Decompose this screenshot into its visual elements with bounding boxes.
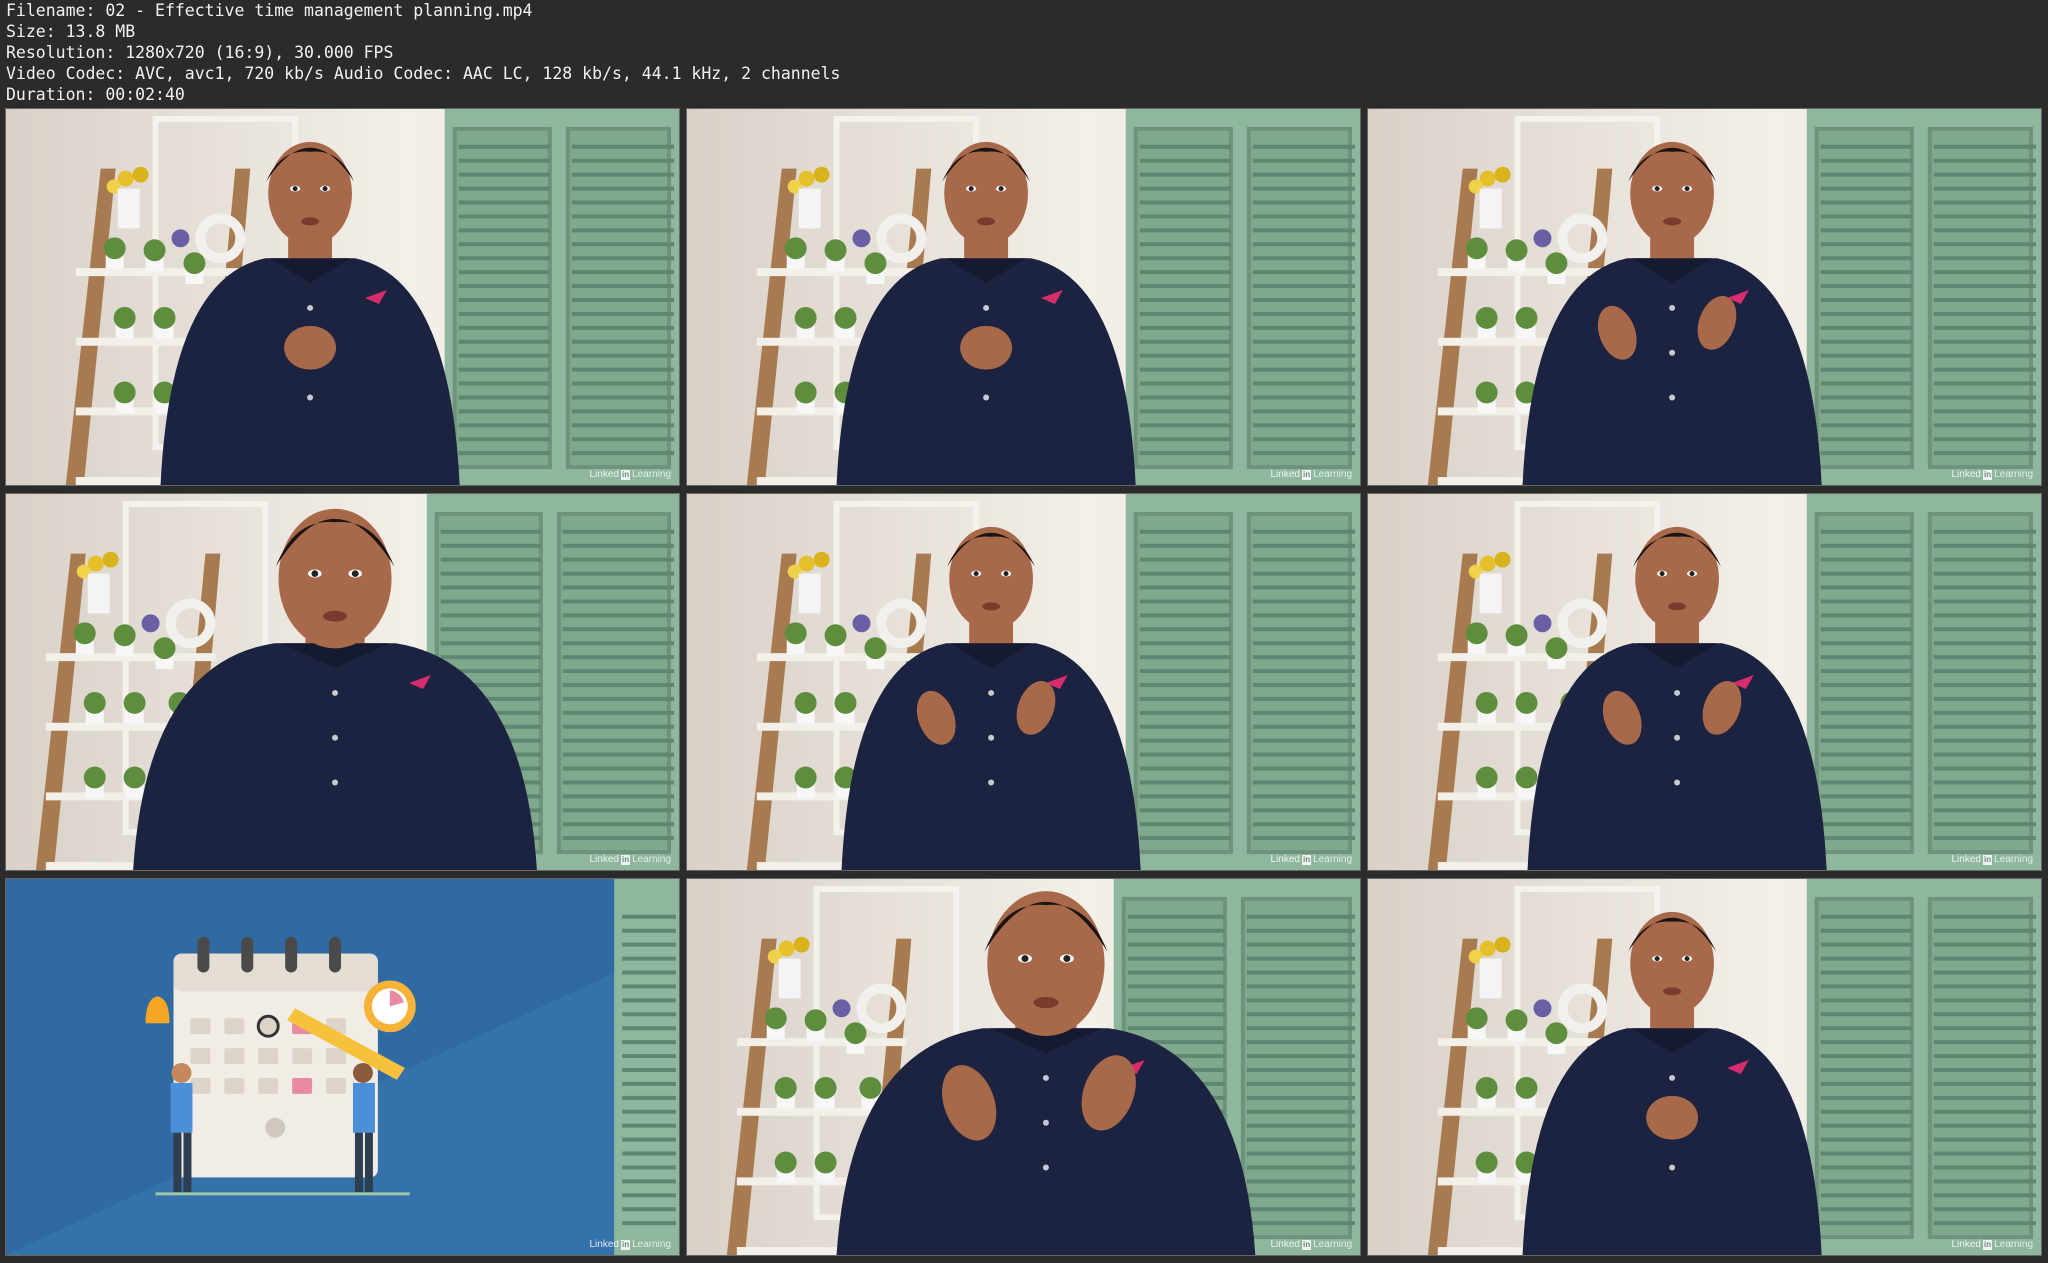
linkedin-learning-watermark: Linked in Learning [1271, 1239, 1353, 1250]
linkedin-learning-watermark: Linked in Learning [1952, 1239, 2034, 1250]
linkedin-learning-watermark: Linked in Learning [1952, 469, 2034, 480]
watermark-suffix: Learning [1313, 854, 1352, 865]
watermark-suffix: Learning [1313, 469, 1352, 480]
filename-line: Filename: 02 - Effective time management… [6, 1, 533, 20]
watermark-brand: Linked [1951, 1239, 1981, 1250]
thumbnail-4[interactable]: Linked in Learning [5, 493, 680, 871]
video-frame-image [1368, 879, 2041, 1255]
thumbnail-2[interactable]: Linked in Learning [686, 108, 1361, 486]
watermark-badge: in [1982, 469, 1993, 480]
watermark-badge: in [620, 469, 631, 480]
watermark-badge: in [1301, 1239, 1312, 1250]
thumbnail-5[interactable]: Linked in Learning [686, 493, 1361, 871]
watermark-brand: Linked [1270, 469, 1300, 480]
watermark-suffix: Learning [632, 469, 671, 480]
watermark-badge: in [1982, 1239, 1993, 1250]
video-frame-image [1368, 109, 2041, 485]
thumbnail-8[interactable]: Linked in Learning [686, 878, 1361, 1256]
linkedin-learning-watermark: Linked in Learning [1952, 854, 2034, 865]
linkedin-learning-watermark: Linked in Learning [1271, 854, 1353, 865]
video-frame-image [687, 879, 1360, 1255]
thumbnail-3[interactable]: Linked in Learning [1367, 108, 2042, 486]
thumbnail-6[interactable]: Linked in Learning [1367, 493, 2042, 871]
watermark-badge: in [1301, 469, 1312, 480]
linkedin-learning-watermark: Linked in Learning [590, 469, 672, 480]
watermark-brand: Linked [1270, 854, 1300, 865]
watermark-suffix: Learning [1994, 469, 2033, 480]
thumbnail-grid: Linked in Learning Linked in Learning Linked… [5, 108, 2042, 1256]
linkedin-learning-watermark: Linked in Learning [590, 1239, 672, 1250]
watermark-badge: in [1982, 854, 1993, 865]
watermark-suffix: Learning [1994, 1239, 2033, 1250]
watermark-suffix: Learning [632, 1239, 671, 1250]
watermark-suffix: Learning [632, 854, 671, 865]
linkedin-learning-watermark: Linked in Learning [1271, 469, 1353, 480]
codec-line: Video Codec: AVC, avc1, 720 kb/s Audio C… [6, 64, 841, 83]
size-line: Size: 13.8 MB [6, 22, 136, 41]
watermark-brand: Linked [589, 1239, 619, 1250]
watermark-brand: Linked [589, 469, 619, 480]
video-frame-image [6, 494, 679, 870]
video-frame-image [687, 109, 1360, 485]
file-metadata: Filename: 02 - Effective time management… [6, 0, 1406, 105]
watermark-brand: Linked [1951, 854, 1981, 865]
thumbnail-1[interactable]: Linked in Learning [5, 108, 680, 486]
watermark-badge: in [620, 1239, 631, 1250]
watermark-brand: Linked [589, 854, 619, 865]
watermark-brand: Linked [1270, 1239, 1300, 1250]
watermark-suffix: Learning [1994, 854, 2033, 865]
video-frame-image [687, 494, 1360, 870]
video-frame-image [1368, 494, 2041, 870]
watermark-suffix: Learning [1313, 1239, 1352, 1250]
linkedin-learning-watermark: Linked in Learning [590, 854, 672, 865]
thumbnail-9[interactable]: Linked in Learning [1367, 878, 2042, 1256]
watermark-brand: Linked [1951, 469, 1981, 480]
video-frame-image [6, 109, 679, 485]
watermark-badge: in [1301, 854, 1312, 865]
duration-line: Duration: 00:02:40 [6, 85, 185, 104]
video-frame-image [6, 879, 679, 1255]
watermark-badge: in [620, 854, 631, 865]
resolution-line: Resolution: 1280x720 (16:9), 30.000 FPS [6, 43, 394, 62]
thumbnail-7[interactable]: Linked in Learning [5, 878, 680, 1256]
